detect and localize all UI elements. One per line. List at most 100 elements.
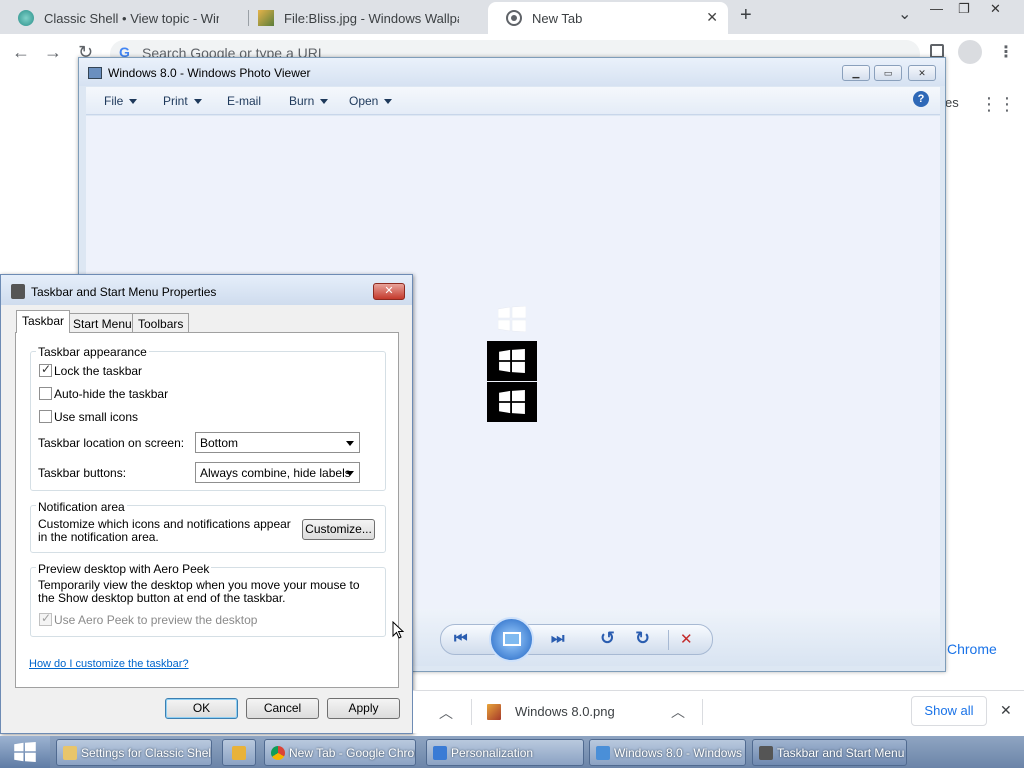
slideshow-button[interactable]: [489, 617, 534, 662]
taskbar-item-personalization[interactable]: Personalization: [426, 739, 584, 766]
taskbar-item-media[interactable]: [222, 739, 256, 766]
taskbar-item-label: New Tab - Google Chrome: [289, 746, 415, 760]
next-icon[interactable]: ⏭: [551, 630, 565, 647]
taskbar-buttons-value: Always combine, hide labels: [200, 466, 351, 480]
location-label: Taskbar location on screen:: [38, 436, 185, 450]
back-icon[interactable]: ←: [12, 42, 30, 63]
tab-start-menu[interactable]: Start Menu: [67, 313, 138, 332]
tab-title: File:Bliss.jpg - Windows Wallpaper: [284, 10, 459, 26]
chevron-down-icon: [346, 441, 354, 446]
rotate-counterclockwise-icon[interactable]: ↺: [600, 628, 615, 649]
location-select[interactable]: Bottom: [195, 432, 360, 453]
close-tab-icon[interactable]: ✕: [706, 9, 718, 26]
close-button[interactable]: ✕: [990, 1, 1001, 17]
close-downloads-button[interactable]: ✕: [1000, 702, 1012, 719]
chevron-down-icon: [193, 99, 202, 105]
globe-icon: [18, 10, 34, 26]
chevron-down-icon: [346, 471, 354, 476]
image-file-icon: [487, 704, 501, 720]
photo-viewer-icon: [596, 746, 610, 760]
apps-grid-icon[interactable]: ⋮⋮⋮: [980, 94, 1024, 115]
help-icon[interactable]: ?: [913, 91, 929, 107]
menu-file[interactable]: File: [104, 94, 138, 108]
customize-help-link[interactable]: How do I customize the taskbar?: [29, 658, 189, 670]
chevron-up-icon[interactable]: ︿: [439, 703, 453, 723]
pv-close-button[interactable]: ✕: [908, 65, 936, 81]
browser-tab-bliss[interactable]: File:Bliss.jpg - Windows Wallpaper: [240, 2, 488, 34]
apply-button[interactable]: Apply: [327, 698, 400, 719]
download-item[interactable]: Windows 8.0.png ︿: [473, 695, 693, 729]
tab-toolbars[interactable]: Toolbars: [132, 313, 190, 332]
chevron-down-icon: [384, 99, 393, 105]
slideshow-icon: [503, 632, 521, 646]
start-button[interactable]: [0, 736, 50, 768]
cancel-button[interactable]: Cancel: [246, 698, 319, 719]
pv-maximize-button[interactable]: ▭: [874, 65, 902, 81]
folder-icon: [63, 746, 77, 760]
dialog-title: Taskbar and Start Menu Properties: [31, 285, 217, 299]
minimize-button[interactable]: —: [930, 1, 943, 16]
tab-search-button[interactable]: ⌄: [898, 4, 911, 24]
browser-tab-strip: Classic Shell • View topic - Windows Fil…: [0, 0, 1024, 34]
forward-icon[interactable]: →: [44, 42, 62, 63]
menu-print[interactable]: Print: [163, 94, 202, 108]
profile-avatar[interactable]: [958, 40, 982, 64]
side-panel-icon[interactable]: [930, 44, 944, 58]
menu-kebab-icon[interactable]: ⋮: [998, 42, 1014, 62]
photo-viewer-titlebar[interactable]: Windows 8.0 - Windows Photo Viewer ▁ ▭ ✕: [79, 58, 945, 86]
taskbar-item-label: Taskbar and Start Menu Properties: [777, 746, 906, 760]
chevron-down-icon: [129, 99, 138, 105]
menu-open[interactable]: Open: [349, 94, 393, 108]
taskbar-appearance-legend: Taskbar appearance: [36, 345, 149, 359]
aero-peek-legend: Preview desktop with Aero Peek: [36, 562, 212, 576]
small-icons-label: Use small icons: [54, 410, 139, 424]
customize-button[interactable]: Customize...: [302, 519, 375, 540]
new-tab-button[interactable]: +: [740, 4, 752, 27]
taskbar-item-label: Settings for Classic Shell: [81, 746, 212, 760]
menu-burn[interactable]: Burn: [289, 94, 329, 108]
chrome-icon: [506, 10, 522, 26]
dialog-close-button[interactable]: ✕: [373, 283, 405, 300]
taskbar-item-photo-viewer[interactable]: Windows 8.0 - Windows Photo Viewer: [589, 739, 746, 766]
ntp-chrome-peek: Chrome: [947, 641, 997, 657]
taskbar-buttons-select[interactable]: Always combine, hide labels: [195, 462, 360, 483]
small-icons-checkbox[interactable]: [39, 410, 52, 423]
windows-logo-image: [487, 382, 537, 422]
aero-peek-checkbox[interactable]: [39, 611, 52, 626]
screen: Classic Shell • View topic - Windows Fil…: [0, 0, 1024, 768]
taskbar-properties-icon: [11, 284, 25, 299]
dialog-titlebar[interactable]: Taskbar and Start Menu Properties ✕: [1, 275, 412, 305]
menu-email[interactable]: E-mail: [227, 94, 261, 108]
restore-button[interactable]: ❐: [958, 1, 970, 17]
taskbar-item-chrome[interactable]: New Tab - Google Chrome: [264, 739, 416, 766]
previous-icon[interactable]: ⏮: [454, 630, 468, 647]
ok-button[interactable]: OK: [165, 698, 238, 719]
taskbar-tab-panel: Taskbar appearance Lock the taskbar Auto…: [15, 332, 399, 688]
show-all-button[interactable]: Show all: [911, 696, 987, 726]
rotate-clockwise-icon[interactable]: ↻: [635, 628, 650, 649]
pv-minimize-button[interactable]: ▁: [842, 65, 870, 81]
browser-tab-new-tab[interactable]: New Tab ✕: [488, 2, 728, 34]
auto-hide-checkbox[interactable]: [39, 387, 52, 400]
taskbar-item-classic-shell-settings[interactable]: Settings for Classic Shell: [56, 739, 212, 766]
aero-peek-text: Temporarily view the desktop when you mo…: [38, 578, 360, 605]
chrome-icon: [271, 746, 285, 760]
windows-taskbar: Settings for Classic Shell New Tab - Goo…: [0, 736, 1024, 768]
browser-tab-classic-shell[interactable]: Classic Shell • View topic - Windows: [0, 2, 248, 34]
wikimedia-icon: [258, 10, 274, 26]
tab-taskbar[interactable]: Taskbar: [16, 310, 71, 333]
taskbar-item-label: Windows 8.0 - Windows Photo Viewer: [614, 746, 745, 760]
downloads-bar: ︿ Windows 8.0.png ︿ Show all ✕: [413, 690, 1024, 733]
menu-email-label: E-mail: [227, 94, 262, 108]
menu-burn-label: Burn: [289, 94, 315, 108]
chevron-up-icon[interactable]: ︿: [671, 702, 685, 722]
photo-viewer-title: Windows 8.0 - Windows Photo Viewer: [108, 66, 311, 80]
photo-viewer-menubar: File Print E-mail Burn Open: [86, 87, 940, 115]
lock-taskbar-checkbox[interactable]: [39, 362, 52, 377]
download-filename: Windows 8.0.png: [515, 704, 615, 719]
delete-icon[interactable]: ✕: [680, 630, 693, 648]
taskbar-item-taskbar-properties[interactable]: Taskbar and Start Menu Properties: [752, 739, 907, 766]
windows-start-icon: [14, 742, 36, 762]
media-player-icon: [232, 746, 246, 760]
menu-open-label: Open: [349, 94, 379, 108]
